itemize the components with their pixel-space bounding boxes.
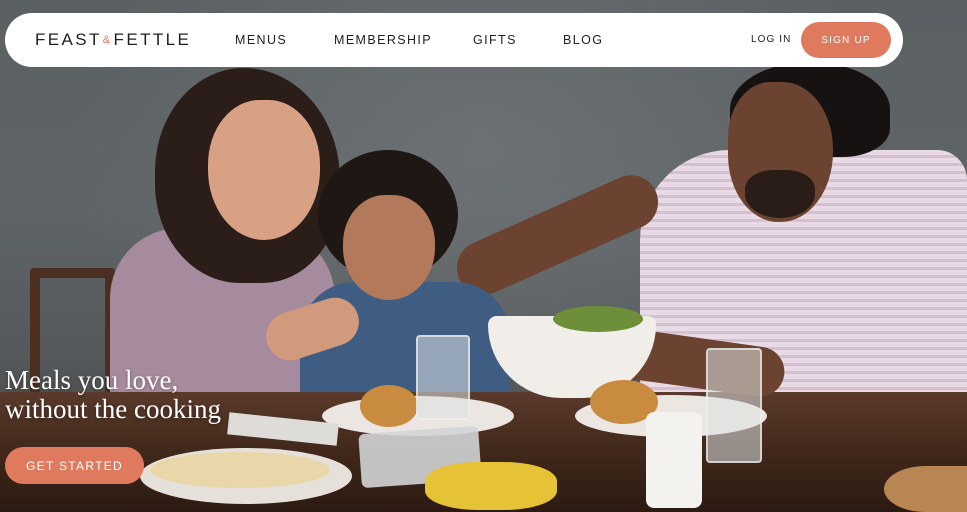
nav-link-blog[interactable]: BLOG (563, 33, 603, 47)
logo-ampersand: & (102, 34, 113, 46)
hero-headline-line2: without the cooking (5, 394, 221, 424)
woman-face (208, 100, 320, 240)
signup-button[interactable]: SIGN UP (801, 22, 891, 58)
salt-shaker (646, 412, 702, 508)
hero-photo (0, 0, 967, 512)
child-face (343, 195, 435, 300)
header-nav: FEAST&FETTLE MENUS MEMBERSHIP GIFTS BLOG… (5, 13, 903, 67)
logo-word-right: FETTLE (113, 30, 192, 49)
nav-link-menus[interactable]: MENUS (235, 33, 287, 47)
logo-word-left: FEAST (35, 30, 102, 49)
get-started-button[interactable]: GET STARTED (5, 447, 144, 484)
bread-roll (360, 385, 418, 427)
hero-headline-line1: Meals you love, (5, 365, 179, 395)
nav-link-gifts[interactable]: GIFTS (473, 33, 517, 47)
water-glass (416, 335, 470, 420)
logo[interactable]: FEAST&FETTLE (35, 30, 191, 50)
bread-roll (884, 466, 967, 512)
man-beard (745, 170, 815, 218)
water-glass (706, 348, 762, 463)
corn (425, 462, 557, 510)
login-link[interactable]: LOG IN (751, 34, 792, 45)
hero-headline: Meals you love, without the cooking (5, 366, 305, 424)
salad (553, 306, 643, 332)
nav-link-membership[interactable]: MEMBERSHIP (334, 33, 432, 47)
tortillas (150, 452, 330, 488)
